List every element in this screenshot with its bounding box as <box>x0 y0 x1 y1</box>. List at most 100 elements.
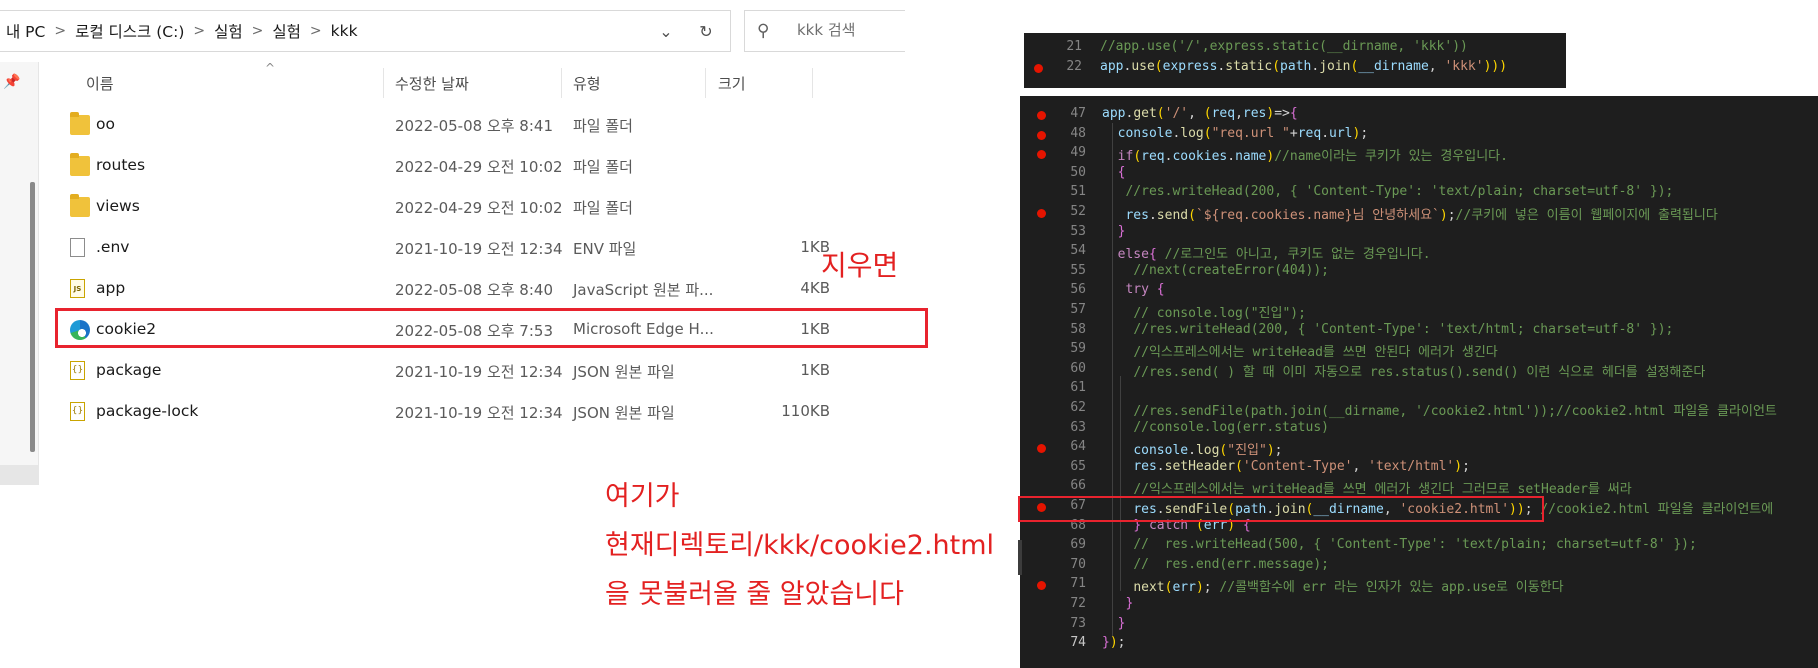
code-text: //res.send( ) 할 때 이미 자동으로 res.status().s… <box>1133 364 1706 380</box>
code-line[interactable]: 49 if(req.cookies.name)//name이라는 쿠키가 있는 … <box>1020 145 1818 165</box>
file-date: 2022-05-08 오후 8:40 <box>395 281 553 299</box>
file-size: 4KB <box>800 279 830 297</box>
code-line[interactable]: 65 res.setHeader('Content-Type', 'text/h… <box>1020 459 1818 479</box>
line-number: 56 <box>1070 282 1086 298</box>
code-line[interactable]: 56 try { <box>1020 282 1818 302</box>
file-row[interactable]: routes 2022-04-29 오전 10:02 파일 폴더 <box>38 146 883 186</box>
code-line[interactable]: 73 } <box>1020 616 1818 636</box>
breakpoint-icon[interactable] <box>1037 150 1046 160</box>
code-line[interactable]: 59 //익스프레스에서는 writeHead를 쓰면 안된다 에러가 생긴다 <box>1020 341 1818 361</box>
column-header-name[interactable]: 이름 <box>86 73 114 94</box>
column-header-date[interactable]: 수정한 날짜 <box>395 73 469 94</box>
line-number: 72 <box>1070 596 1086 611</box>
breakpoint-icon[interactable] <box>1037 111 1046 120</box>
file-row[interactable]: oo 2022-05-08 오후 8:41 파일 폴더 <box>38 105 883 145</box>
file-row[interactable]: views 2022-04-29 오전 10:02 파일 폴더 <box>38 187 883 227</box>
code-line[interactable]: 71 next(err); //콜백함수에 err 라는 인자가 있는 app.… <box>1020 576 1818 596</box>
code-line[interactable]: 53 } <box>1020 224 1818 244</box>
code-line[interactable]: 47 app.get('/', (req,res)=>{ <box>1020 106 1818 126</box>
code-line[interactable]: 52 res.send(`${req.cookies.name}님 안녕하세요`… <box>1020 204 1818 224</box>
code-line[interactable]: 74}); <box>1020 635 1818 655</box>
code-line[interactable]: 22 app.use(express.static(path.join(__dir… <box>1024 59 1566 79</box>
code-text: //next(createError(404)); <box>1133 262 1329 278</box>
line-number: 49 <box>1070 145 1086 161</box>
code-text: { <box>1117 164 1126 180</box>
file-date: 2021-10-19 오전 12:34 <box>395 240 563 258</box>
breakpoint-icon[interactable] <box>1037 581 1046 591</box>
breakpoint-icon[interactable] <box>1037 444 1046 454</box>
code-line[interactable]: 72 } <box>1020 596 1818 616</box>
file-name: routes <box>96 156 146 174</box>
line-number: 65 <box>1070 458 1086 474</box>
file-row[interactable]: JS app 2022-05-08 오후 8:40 JavaScript 원본 파..… <box>38 269 883 309</box>
code-text: } <box>1117 615 1126 631</box>
code-text: // res.end(err.message); <box>1133 556 1329 572</box>
column-divider[interactable] <box>561 68 562 98</box>
code-editor-main[interactable]: 47 app.get('/', (req,res)=>{48 console.lo… <box>1020 96 1818 668</box>
chevron-right-icon: > <box>54 23 67 39</box>
code-editor-top[interactable]: 21 //app.use('/',express.static(__dirname… <box>1024 33 1566 88</box>
column-divider[interactable] <box>383 68 384 98</box>
code-text: console.log("req.url "+req.url); <box>1117 125 1369 141</box>
file-type: ENV 파일 <box>573 240 637 258</box>
code-text: app.use(express.static(path.join(__dirna… <box>1100 59 1508 74</box>
column-headers: ^ 이름 수정한 날짜 유형 크기 <box>38 61 883 98</box>
code-text: //res.writeHead(200, { 'Content-Type': '… <box>1125 184 1674 200</box>
pin-icon[interactable]: 📌 <box>3 74 20 90</box>
code-text: res.setHeader('Content-Type', 'text/html… <box>1133 458 1470 474</box>
search-box[interactable]: ⚲ <box>744 10 905 52</box>
breadcrumb-item-folder[interactable]: 실험 <box>214 20 243 42</box>
column-divider[interactable] <box>705 68 706 98</box>
address-row: 내 PC > 로컬 디스크 (C:) > 실험 > 실험 > kkk ⌄ ↻ ⚲ <box>0 0 905 60</box>
file-row[interactable]: {} package 2021-10-19 오전 12:34 JSON 원본 파일 1K… <box>38 351 883 391</box>
code-line[interactable]: 64 console.log("진입"); <box>1020 439 1818 459</box>
file-row[interactable]: {} package-lock 2021-10-19 오전 12:34 JSON 원본… <box>38 392 883 432</box>
file-row[interactable]: .env 2021-10-19 오전 12:34 ENV 파일 1KB <box>38 228 883 268</box>
code-line[interactable]: 69 // res.writeHead(500, { 'Content-Type… <box>1020 537 1818 557</box>
line-number: 63 <box>1070 419 1086 435</box>
nav-scrollbar[interactable] <box>30 182 35 452</box>
breakpoint-icon[interactable] <box>1037 209 1046 218</box>
code-text: console.log("진입"); <box>1133 443 1283 459</box>
breadcrumb-item-current[interactable]: kkk <box>331 22 358 40</box>
code-line[interactable]: 54 else{ //로그인도 아니고, 쿠키도 없는 경우입니다. <box>1020 243 1818 263</box>
code-line[interactable]: 48 console.log("req.url "+req.url); <box>1020 126 1818 146</box>
code-line[interactable]: 62 //res.sendFile(path.join(__dirname, '… <box>1020 400 1818 420</box>
chevron-down-icon[interactable]: ⌄ <box>646 22 686 41</box>
file-type: JSON 원본 파일 <box>573 363 675 381</box>
code-line[interactable]: 57 // console.log("진입"); <box>1020 302 1818 322</box>
code-line[interactable]: 58 //res.writeHead(200, { 'Content-Type'… <box>1020 322 1818 342</box>
code-line[interactable]: 51 //res.writeHead(200, { 'Content-Type'… <box>1020 184 1818 204</box>
file-type: 파일 폴더 <box>573 199 633 217</box>
code-line[interactable]: 61 <box>1020 380 1818 400</box>
column-header-size[interactable]: 크기 <box>718 73 746 94</box>
editor-scrollbar[interactable] <box>1018 540 1022 575</box>
code-line[interactable]: 21 //app.use('/',express.static(__dirname… <box>1024 39 1566 59</box>
code-line[interactable]: 50 { <box>1020 165 1818 185</box>
breadcrumb-item-folder[interactable]: 실험 <box>272 20 301 42</box>
code-line[interactable]: 55 //next(createError(404)); <box>1020 263 1818 283</box>
code-line[interactable]: 63 //console.log(err.status) <box>1020 420 1818 440</box>
line-number: 52 <box>1070 204 1086 219</box>
breakpoint-icon[interactable] <box>1037 130 1046 140</box>
column-header-type[interactable]: 유형 <box>573 73 601 94</box>
refresh-icon[interactable]: ↻ <box>686 22 726 41</box>
line-number: 21 <box>1066 39 1082 54</box>
search-input[interactable] <box>795 20 899 40</box>
code-text: } <box>1125 596 1134 611</box>
breadcrumb-item-this-pc[interactable]: 내 PC <box>6 20 45 42</box>
code-line[interactable]: 60 //res.send( ) 할 때 이미 자동으로 res.status(… <box>1020 361 1818 381</box>
file-icon <box>70 238 85 257</box>
file-date: 2022-04-29 오전 10:02 <box>395 158 563 176</box>
column-divider[interactable] <box>812 68 813 98</box>
folder-icon <box>70 153 90 176</box>
code-text: //console.log(err.status) <box>1133 419 1329 435</box>
annotation-note-line: 을 못불러올 줄 알았습니다 <box>605 579 904 610</box>
code-text: }); <box>1102 635 1126 651</box>
file-size: 1KB <box>800 361 830 379</box>
line-number: 47 <box>1070 106 1086 121</box>
breadcrumb-item-local-disk[interactable]: 로컬 디스크 (C:) <box>75 20 184 42</box>
address-bar[interactable]: 내 PC > 로컬 디스크 (C:) > 실험 > 실험 > kkk ⌄ ↻ <box>0 10 731 52</box>
code-text: //res.sendFile(path.join(__dirname, '/co… <box>1133 404 1777 419</box>
code-line[interactable]: 70 // res.end(err.message); <box>1020 557 1818 577</box>
